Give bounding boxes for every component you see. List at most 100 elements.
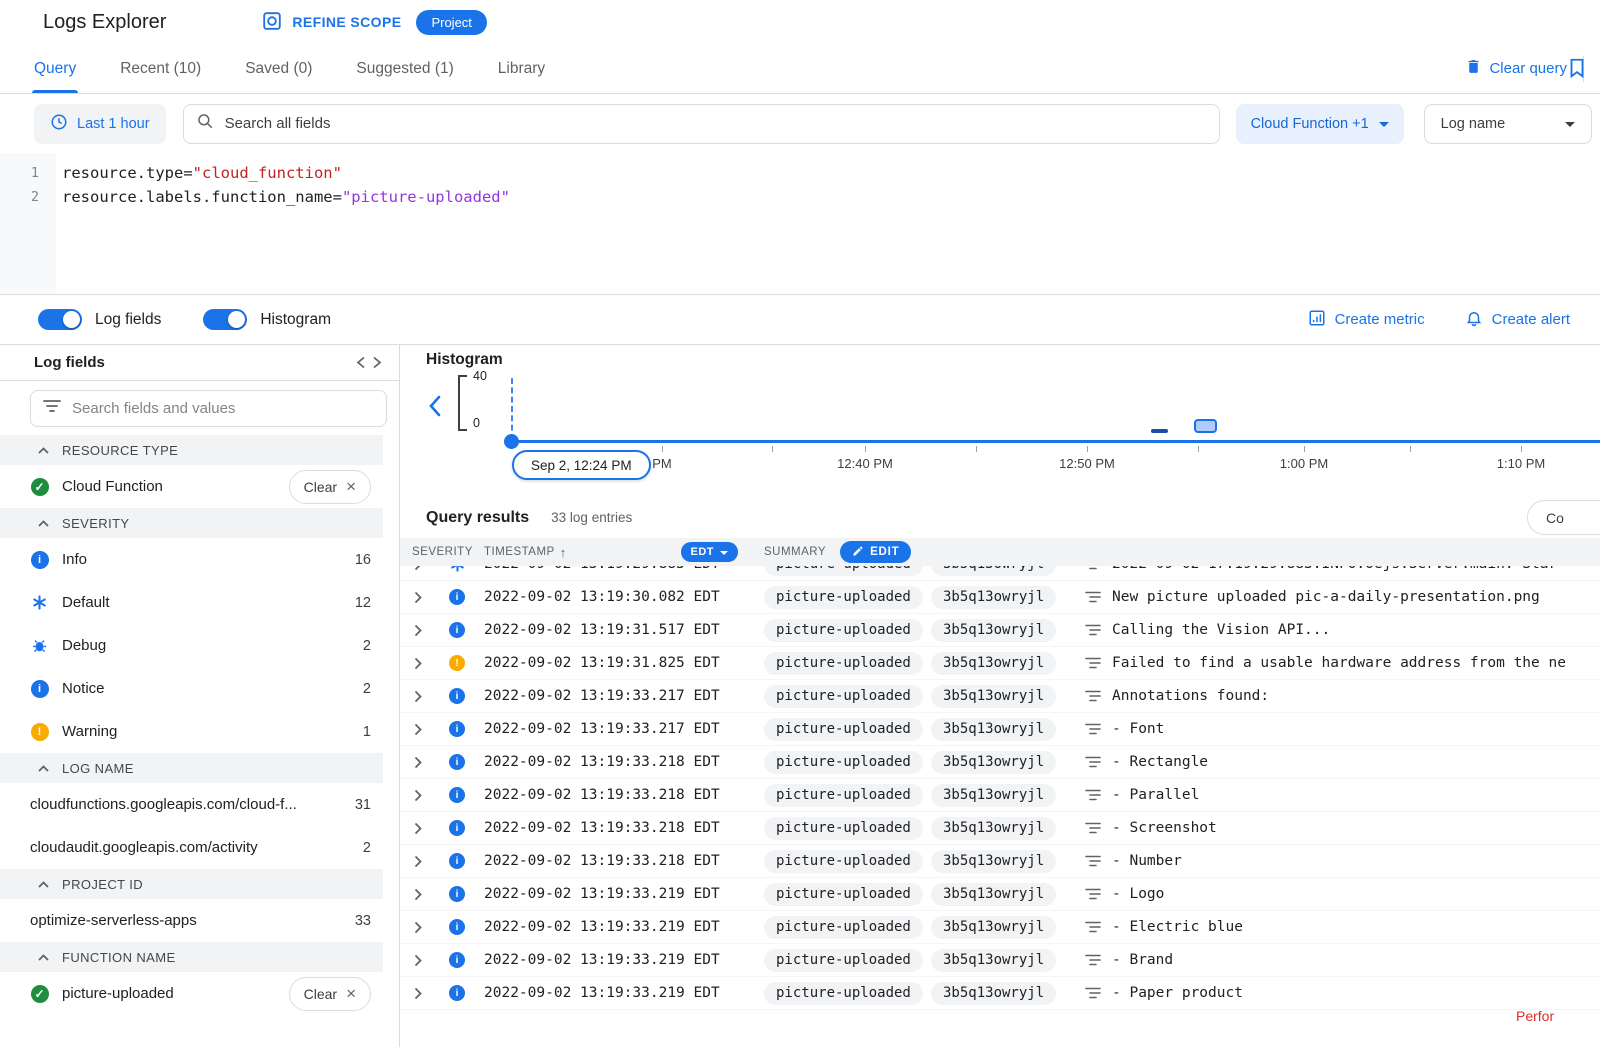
function-name-chip[interactable]: picture-uploaded — [764, 883, 923, 906]
clear-query-button[interactable]: Clear query — [1465, 58, 1567, 79]
insert-id-chip[interactable]: 3b5q13owryjl — [931, 586, 1056, 609]
column-timestamp[interactable]: TIMESTAMP ↑ EDT — [474, 542, 752, 562]
log-name-dropdown[interactable]: Log name — [1424, 104, 1592, 144]
scope-badge[interactable]: Project — [416, 10, 486, 35]
field-item-cloud-function[interactable]: ✓Cloud FunctionClear× — [0, 465, 399, 508]
log-entry-row[interactable]: i 2022-09-02 13:19:33.218 EDT picture-up… — [400, 746, 1600, 779]
log-entry-row[interactable]: i 2022-09-02 13:19:33.218 EDT picture-up… — [400, 845, 1600, 878]
field-item-notice[interactable]: iNotice2 — [0, 667, 399, 710]
expand-chevron-icon[interactable] — [400, 789, 440, 802]
log-entry-row[interactable]: i 2022-09-02 13:19:33.217 EDT picture-up… — [400, 680, 1600, 713]
function-name-chip[interactable]: picture-uploaded — [764, 586, 923, 609]
function-name-chip[interactable]: picture-uploaded — [764, 566, 923, 576]
function-name-chip[interactable]: picture-uploaded — [764, 784, 923, 807]
insert-id-chip[interactable]: 3b5q13owryjl — [931, 817, 1056, 840]
section-header-log-name[interactable]: LOG NAME — [0, 753, 383, 783]
query-line-2[interactable]: 2 resource.labels.function_name="picture… — [0, 185, 1600, 209]
insert-id-chip[interactable]: 3b5q13owryjl — [931, 685, 1056, 708]
tab-query[interactable]: Query — [34, 44, 76, 93]
clear-filter-button[interactable]: Clear× — [289, 470, 371, 504]
time-range-button[interactable]: Last 1 hour — [34, 104, 166, 144]
function-name-chip[interactable]: picture-uploaded — [764, 949, 923, 972]
expand-chevron-icon[interactable] — [400, 888, 440, 901]
function-name-chip[interactable]: picture-uploaded — [764, 751, 923, 774]
query-line-1[interactable]: 1 resource.type="cloud_function" — [0, 161, 1600, 185]
expand-chevron-icon[interactable] — [400, 921, 440, 934]
log-entry-row[interactable]: i 2022-09-02 13:19:33.217 EDT picture-up… — [400, 713, 1600, 746]
log-entry-row[interactable]: i 2022-09-02 13:19:33.218 EDT picture-up… — [400, 779, 1600, 812]
field-item-optimize-serverless-apps[interactable]: optimize-serverless-apps33 — [0, 899, 399, 942]
section-header-project-id[interactable]: PROJECT ID — [0, 869, 383, 899]
insert-id-chip[interactable]: 3b5q13owryjl — [931, 619, 1056, 642]
create-metric-button[interactable]: Create metric — [1308, 309, 1425, 331]
timeline-handle[interactable] — [504, 434, 519, 449]
insert-id-chip[interactable]: 3b5q13owryjl — [931, 850, 1056, 873]
log-fields-toggle[interactable] — [38, 309, 82, 330]
pan-left-button[interactable] — [428, 395, 441, 422]
log-entry-row[interactable]: i 2022-09-02 13:19:33.219 EDT picture-up… — [400, 944, 1600, 977]
expand-chevron-icon[interactable] — [400, 822, 440, 835]
collapse-panel-icon[interactable] — [355, 356, 383, 369]
fields-search-input[interactable] — [72, 400, 374, 417]
expand-chevron-icon[interactable] — [400, 723, 440, 736]
field-item-debug[interactable]: Debug2 — [0, 624, 399, 667]
histogram-toggle[interactable] — [203, 309, 247, 330]
insert-id-chip[interactable]: 3b5q13owryjl — [931, 916, 1056, 939]
log-entry-row[interactable]: i 2022-09-02 13:19:33.219 EDT picture-up… — [400, 878, 1600, 911]
log-entry-row[interactable]: i 2022-09-02 13:19:33.219 EDT picture-up… — [400, 977, 1600, 1010]
insert-id-chip[interactable]: 3b5q13owryjl — [931, 751, 1056, 774]
search-all-fields-input[interactable] — [225, 115, 1207, 132]
field-item-info[interactable]: iInfo16 — [0, 538, 399, 581]
expand-chevron-icon[interactable] — [400, 591, 440, 604]
resource-filter-dropdown[interactable]: Cloud Function +1 — [1236, 104, 1404, 144]
function-name-chip[interactable]: picture-uploaded — [764, 982, 923, 1005]
expand-chevron-icon[interactable] — [400, 987, 440, 1000]
field-item-warning[interactable]: !Warning1 — [0, 710, 399, 753]
expand-chevron-icon[interactable] — [400, 690, 440, 703]
field-item-cloudaudit-googleapis-com-activity[interactable]: cloudaudit.googleapis.com/activity2 — [0, 826, 399, 869]
expand-chevron-icon[interactable] — [400, 954, 440, 967]
insert-id-chip[interactable]: 3b5q13owryjl — [931, 784, 1056, 807]
expand-chevron-icon[interactable] — [400, 566, 440, 571]
timezone-dropdown[interactable]: EDT — [681, 542, 739, 562]
field-item-default[interactable]: Default12 — [0, 581, 399, 624]
edit-summary-button[interactable]: EDIT — [840, 541, 911, 563]
clipped-results-button[interactable]: Co — [1527, 500, 1600, 535]
insert-id-chip[interactable]: 3b5q13owryjl — [931, 566, 1056, 576]
time-marker-pill[interactable]: Sep 2, 12:24 PM — [512, 450, 651, 480]
tab-suggested-1[interactable]: Suggested (1) — [356, 44, 453, 93]
function-name-chip[interactable]: picture-uploaded — [764, 685, 923, 708]
expand-chevron-icon[interactable] — [400, 624, 440, 637]
insert-id-chip[interactable]: 3b5q13owryjl — [931, 652, 1056, 675]
log-entry-row[interactable]: ! 2022-09-02 13:19:31.825 EDT picture-up… — [400, 647, 1600, 680]
tab-saved-0[interactable]: Saved (0) — [245, 44, 312, 93]
insert-id-chip[interactable]: 3b5q13owryjl — [931, 883, 1056, 906]
refine-scope-button[interactable]: REFINE SCOPE — [261, 10, 401, 35]
query-editor[interactable]: 1 resource.type="cloud_function" 2 resou… — [0, 153, 1600, 295]
timeline[interactable] — [512, 440, 1600, 443]
log-entry-row[interactable]: 2022-09-02 13:19:29.883 EDT picture-uplo… — [400, 566, 1600, 581]
log-entry-row[interactable]: i 2022-09-02 13:19:30.082 EDT picture-up… — [400, 581, 1600, 614]
section-header-resource-type[interactable]: RESOURCE TYPE — [0, 435, 383, 465]
function-name-chip[interactable]: picture-uploaded — [764, 817, 923, 840]
field-item-cloudfunctions-googleapis-com-cloud-f[interactable]: cloudfunctions.googleapis.com/cloud-f...… — [0, 783, 399, 826]
function-name-chip[interactable]: picture-uploaded — [764, 916, 923, 939]
expand-chevron-icon[interactable] — [400, 855, 440, 868]
section-header-severity[interactable]: SEVERITY — [0, 508, 383, 538]
log-entry-row[interactable]: i 2022-09-02 13:19:31.517 EDT picture-up… — [400, 614, 1600, 647]
section-header-function-name[interactable]: FUNCTION NAME — [0, 942, 383, 972]
tab-recent-10[interactable]: Recent (10) — [120, 44, 201, 93]
field-item-picture-uploaded[interactable]: ✓picture-uploadedClear× — [0, 972, 399, 1015]
log-entry-row[interactable]: i 2022-09-02 13:19:33.219 EDT picture-up… — [400, 911, 1600, 944]
expand-chevron-icon[interactable] — [400, 657, 440, 670]
function-name-chip[interactable]: picture-uploaded — [764, 619, 923, 642]
insert-id-chip[interactable]: 3b5q13owryjl — [931, 982, 1056, 1005]
function-name-chip[interactable]: picture-uploaded — [764, 718, 923, 741]
expand-chevron-icon[interactable] — [400, 756, 440, 769]
clear-filter-button[interactable]: Clear× — [289, 977, 371, 1011]
function-name-chip[interactable]: picture-uploaded — [764, 652, 923, 675]
tab-library[interactable]: Library — [498, 44, 545, 93]
create-alert-button[interactable]: Create alert — [1465, 309, 1570, 331]
clipped-toolbar-button[interactable] — [1566, 57, 1600, 84]
performance-link[interactable]: Perfor — [1516, 1008, 1554, 1024]
